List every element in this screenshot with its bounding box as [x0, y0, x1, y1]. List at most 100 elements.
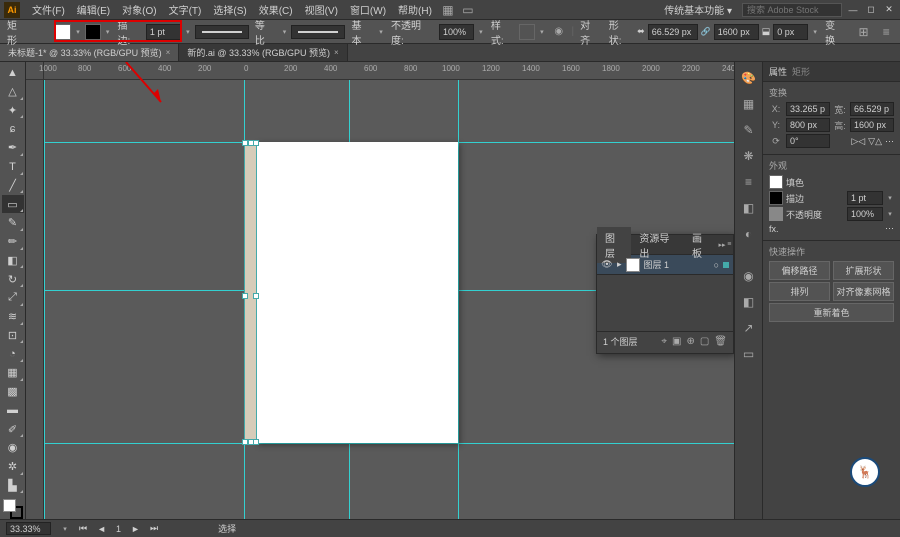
gradient-panel-icon[interactable]: ◧: [739, 198, 759, 218]
shape-height-input[interactable]: [714, 24, 759, 40]
stroke-weight-input[interactable]: [847, 191, 883, 205]
flip-v-icon[interactable]: ▽△: [868, 136, 882, 147]
fill-swatch[interactable]: [55, 24, 71, 40]
rotate-tool[interactable]: ↻: [2, 270, 24, 288]
new-sublayer-icon[interactable]: ⊕: [686, 336, 694, 347]
chevron-down-icon[interactable]: ▾: [281, 28, 289, 36]
nav-next-icon[interactable]: ►: [131, 524, 140, 534]
stroke-swatch[interactable]: [85, 24, 101, 40]
line-tool[interactable]: ╱: [2, 177, 24, 195]
fx-label[interactable]: fx.: [769, 224, 779, 234]
expand-icon[interactable]: ▸: [617, 259, 622, 270]
panel-menu-icon[interactable]: ≡: [726, 241, 733, 248]
type-tool[interactable]: T: [2, 158, 24, 176]
layers-panel-icon[interactable]: ◧: [739, 292, 759, 312]
eraser-tool[interactable]: ◧: [2, 252, 24, 270]
x-input[interactable]: [786, 102, 830, 116]
vertical-ruler[interactable]: [26, 80, 44, 519]
maximize-icon[interactable]: ◻: [864, 4, 878, 16]
column-graph-tool[interactable]: ▙: [2, 477, 24, 495]
nav-last-icon[interactable]: ⏭: [150, 523, 158, 534]
swatches-panel-icon[interactable]: ▦: [739, 94, 759, 114]
guide[interactable]: [458, 80, 459, 519]
bridge-icon[interactable]: ▦: [438, 0, 458, 20]
corner-radius-input[interactable]: [773, 24, 808, 40]
more-icon[interactable]: ⋯: [885, 136, 894, 147]
stroke-weight-input[interactable]: [146, 24, 181, 40]
collapse-icon[interactable]: ▸▸: [718, 241, 725, 249]
chevron-down-icon[interactable]: ▾: [886, 194, 894, 202]
flip-h-icon[interactable]: ▷◁: [851, 136, 865, 147]
chevron-down-icon[interactable]: ▾: [811, 28, 819, 36]
expand-shape-button[interactable]: 扩展形状: [833, 261, 894, 280]
chevron-down-icon[interactable]: ▾: [61, 525, 69, 533]
style-swatch[interactable]: [519, 24, 535, 40]
panel-toggle-icon[interactable]: ⊞: [854, 22, 874, 42]
new-layer-icon[interactable]: ▢: [700, 336, 709, 347]
width-tool[interactable]: ≋: [2, 308, 24, 326]
lasso-tool[interactable]: ɕ: [2, 120, 24, 138]
artboards-tab[interactable]: 画板: [684, 227, 718, 263]
opacity-input[interactable]: [439, 24, 474, 40]
transparency-panel-icon[interactable]: ◐: [739, 224, 759, 244]
arrange-icon[interactable]: ▭: [458, 0, 478, 20]
width-input[interactable]: [850, 102, 894, 116]
magic-wand-tool[interactable]: ✦: [2, 102, 24, 120]
symbols-panel-icon[interactable]: ❋: [739, 146, 759, 166]
menu-file[interactable]: 文件(F): [26, 0, 71, 19]
paintbrush-tool[interactable]: ✎: [2, 214, 24, 232]
selected-shape[interactable]: [244, 142, 257, 443]
align-label[interactable]: 对齐: [577, 17, 603, 47]
search-input[interactable]: [742, 3, 842, 17]
menu-type[interactable]: 文字(T): [163, 0, 208, 19]
fill-swatch[interactable]: [769, 175, 783, 189]
align-pixel-button[interactable]: 对齐像素网格: [833, 282, 894, 301]
close-icon[interactable]: ×: [166, 48, 171, 57]
zoom-input[interactable]: [6, 522, 51, 535]
brushes-panel-icon[interactable]: ✎: [739, 120, 759, 140]
blend-tool[interactable]: ◉: [2, 439, 24, 457]
horizontal-ruler[interactable]: 1000 800 600 400 200 0 200 400 600 800 1…: [44, 62, 734, 80]
menu-view[interactable]: 视图(V): [299, 0, 344, 19]
nav-prev-icon[interactable]: ◄: [97, 524, 106, 534]
stroke-swatch[interactable]: [769, 191, 783, 205]
asset-export-icon[interactable]: ↗: [739, 318, 759, 338]
transform-label[interactable]: 变换: [822, 17, 848, 47]
menu-select[interactable]: 选择(S): [207, 0, 252, 19]
chevron-down-icon[interactable]: ▾: [477, 28, 485, 36]
appearance-panel-icon[interactable]: ◉: [739, 266, 759, 286]
locate-icon[interactable]: ⌖: [661, 336, 667, 347]
y-input[interactable]: [786, 118, 830, 132]
chevron-down-icon[interactable]: ▾: [184, 28, 192, 36]
free-transform-tool[interactable]: ⊡: [2, 327, 24, 345]
layer-name[interactable]: 图层 1: [644, 258, 670, 271]
recolor-icon[interactable]: ◉: [549, 22, 569, 42]
rectangle-tool[interactable]: ▭: [2, 195, 24, 213]
document-tab[interactable]: 新的.ai @ 33.33% (RGB/GPU 预览) ×: [179, 44, 347, 61]
nav-first-icon[interactable]: ⏮: [79, 523, 87, 534]
chevron-down-icon[interactable]: ▾: [74, 28, 82, 36]
brush-definition[interactable]: [291, 25, 345, 39]
scale-tool[interactable]: ⤢: [2, 289, 24, 307]
delete-icon[interactable]: 🗑: [714, 336, 727, 347]
rotation-input[interactable]: [786, 134, 830, 148]
selection-tool[interactable]: ▲: [2, 64, 24, 82]
shape-builder-tool[interactable]: ◔: [2, 345, 24, 363]
opacity-input[interactable]: [847, 207, 883, 221]
visibility-icon[interactable]: 👁: [601, 259, 613, 271]
stroke-profile[interactable]: [195, 25, 249, 39]
pencil-tool[interactable]: ✏: [2, 233, 24, 251]
arrange-button[interactable]: 排列: [769, 282, 830, 301]
menu-edit[interactable]: 编辑(E): [71, 0, 116, 19]
clip-icon[interactable]: ▣: [672, 336, 681, 347]
offset-path-button[interactable]: 偏移路径: [769, 261, 830, 280]
chevron-down-icon[interactable]: ▾: [886, 210, 894, 218]
guide[interactable]: [44, 443, 734, 444]
color-panel-icon[interactable]: 🎨: [739, 68, 759, 88]
recolor-button[interactable]: 重新着色: [769, 303, 894, 322]
stroke-panel-icon[interactable]: ≡: [739, 172, 759, 192]
gradient-tool[interactable]: ▬: [2, 402, 24, 420]
target-icon[interactable]: ○: [714, 260, 719, 270]
perspective-tool[interactable]: ▦: [2, 364, 24, 382]
artboards-panel-icon[interactable]: ▭: [739, 344, 759, 364]
